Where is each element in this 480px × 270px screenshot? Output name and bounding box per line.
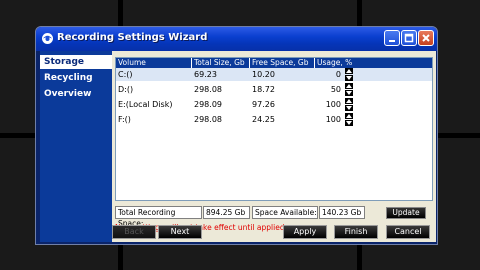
total-space-label: Total Recording Space: [115,206,202,228]
cell-volume: F:() [118,115,131,124]
cancel-button[interactable]: Cancel [386,225,430,239]
cell-volume: D:() [118,85,134,94]
cell-free-space: 24.25 [252,115,275,124]
maximize-icon [404,33,414,43]
storage-panel: Volume Total Size, Gb Free Space, Gb Usa… [112,51,436,242]
spin-down-button[interactable] [345,105,353,111]
usage-spinner[interactable] [345,83,353,96]
sidebar-item-recycling[interactable]: Recycling [40,71,112,85]
spin-up-button[interactable] [345,113,353,119]
cell-usage[interactable]: 50 [315,83,344,96]
spin-up-button[interactable] [345,68,353,74]
arrow-down-icon [346,76,352,80]
arrow-down-icon [346,91,352,95]
table-row[interactable]: F:() 298.08 24.25 100 [116,113,432,126]
cell-free-space: 10.20 [252,70,275,79]
apply-button[interactable]: Apply [283,225,327,239]
volumes-table: Volume Total Size, Gb Free Space, Gb Usa… [115,57,433,201]
minimize-button[interactable] [384,30,400,46]
wizard-sidebar: Storage Recycling Overview [40,51,112,242]
usage-spinner[interactable] [345,68,353,81]
cell-total-size: 298.09 [194,100,222,109]
cell-usage[interactable]: 100 [315,98,344,111]
table-row[interactable]: C:() 69.23 10.20 0 [116,68,432,81]
arrow-up-icon [346,99,352,103]
recording-settings-window: Recording Settings Wizard Storage Recycl… [35,26,438,245]
close-button[interactable] [418,30,434,46]
column-header-usage[interactable]: Usage, % [315,58,355,68]
cell-usage[interactable]: 100 [315,113,344,126]
arrow-up-icon [346,84,352,88]
arrow-up-icon [346,69,352,73]
next-button[interactable]: Next [158,225,202,239]
close-icon [422,34,430,42]
table-row[interactable]: D:() 298.08 18.72 50 [116,83,432,96]
spin-up-button[interactable] [345,83,353,89]
arrow-down-icon [346,121,352,125]
usage-spinner[interactable] [345,98,353,111]
usage-spinner[interactable] [345,113,353,126]
cell-total-size: 298.08 [194,115,222,124]
title-bar[interactable]: Recording Settings Wizard [36,27,437,51]
column-header-volume[interactable]: Volume [116,58,192,68]
back-button[interactable]: Back [112,225,156,239]
space-available-value: 140.23 Gb [319,206,365,219]
app-icon [42,33,53,44]
cell-free-space: 97.26 [252,100,275,109]
window-title: Recording Settings Wizard [57,32,208,43]
finish-button[interactable]: Finish [334,225,378,239]
table-row[interactable]: E:(Local Disk) 298.09 97.26 100 [116,98,432,111]
spin-down-button[interactable] [345,120,353,126]
minimize-icon [389,40,395,42]
update-button[interactable]: Update [386,207,426,219]
column-header-free-space[interactable]: Free Space, Gb [250,58,315,68]
cell-usage[interactable]: 0 [315,68,344,81]
spin-up-button[interactable] [345,98,353,104]
sidebar-item-storage[interactable]: Storage [40,55,112,69]
cell-volume: C:() [118,70,133,79]
cell-volume: E:(Local Disk) [118,100,173,109]
cell-total-size: 69.23 [194,70,217,79]
spin-down-button[interactable] [345,75,353,81]
cell-free-space: 18.72 [252,85,275,94]
arrow-down-icon [346,106,352,110]
arrow-up-icon [346,114,352,118]
maximize-button[interactable] [401,30,417,46]
column-header-total-size[interactable]: Total Size, Gb [192,58,250,68]
table-header: Volume Total Size, Gb Free Space, Gb Usa… [116,58,432,68]
sidebar-item-overview[interactable]: Overview [40,87,112,101]
space-available-label: Space Available: [252,206,318,219]
total-space-value: 894.25 Gb [203,206,250,219]
cell-total-size: 298.08 [194,85,222,94]
spin-down-button[interactable] [345,90,353,96]
